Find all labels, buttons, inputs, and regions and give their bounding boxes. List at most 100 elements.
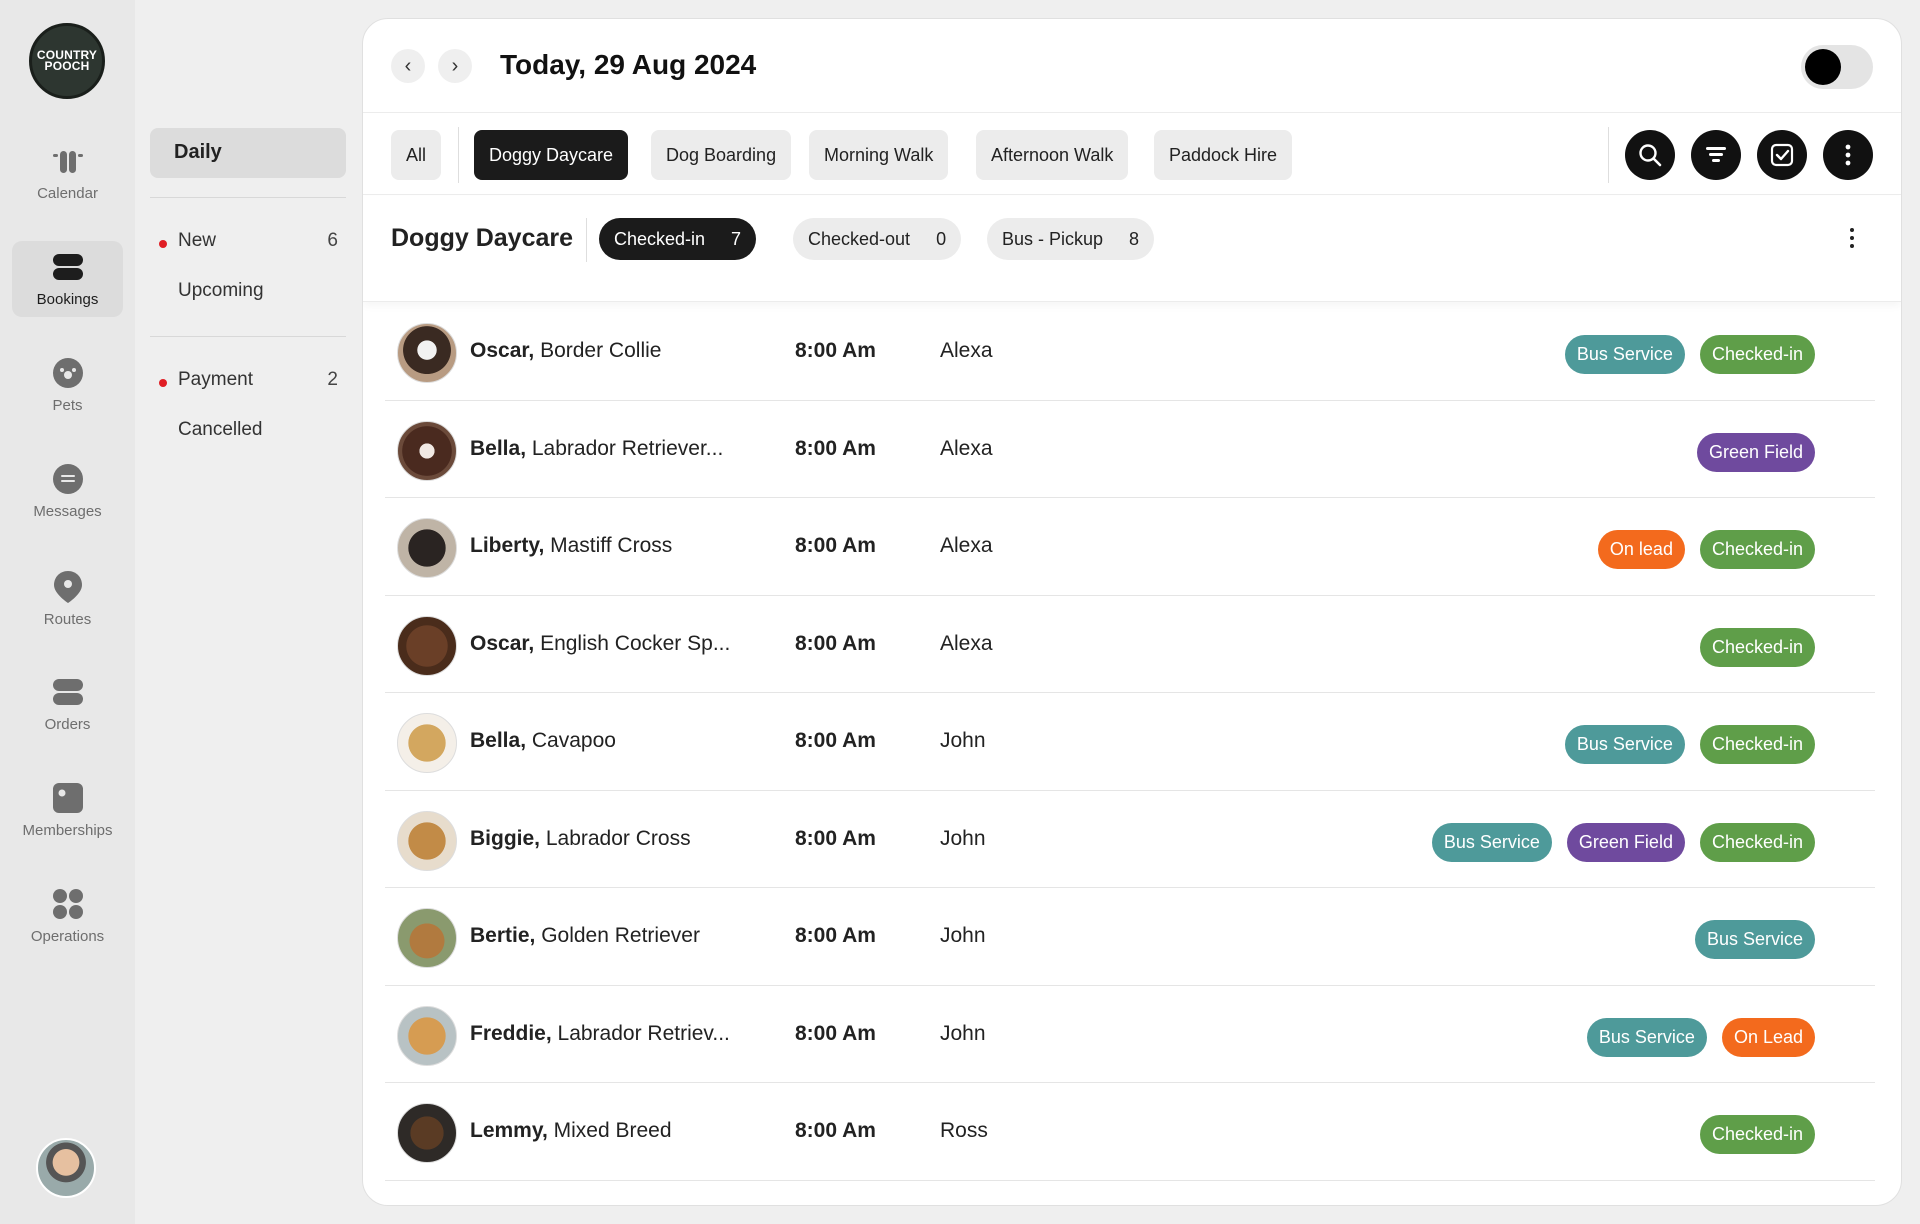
rail-item-routes[interactable]: Routes [12, 561, 123, 637]
pet-name: Biggie, [470, 826, 541, 850]
grid-icon [50, 886, 86, 922]
booking-tags: Green Field [1696, 432, 1815, 472]
page-title: Today, 29 Aug 2024 [500, 49, 757, 80]
table-row[interactable]: Oscar, English Cocker Sp... 8:00 Am Alexa C… [385, 596, 1875, 693]
booking-time: 8:00 Am [795, 826, 876, 850]
pet-name-breed: Oscar, English Cocker Sp... [470, 632, 730, 656]
status-badge: On Lead [1721, 1017, 1815, 1057]
filter-chip-checked-out[interactable]: Checked-out 0 [793, 218, 962, 260]
booking-time: 8:00 Am [795, 729, 876, 752]
status-badge: Checked-in [1699, 725, 1815, 764]
status-badge: Bus Service [1564, 335, 1685, 374]
table-row[interactable]: Oscar, Border Collie 8:00 Am Alexa Bus Serv… [385, 303, 1875, 401]
date-header: ‹ › Today, 29 Aug 2024 [363, 19, 1901, 113]
pet-breed: English Cocker Sp... [534, 631, 731, 655]
pet-breed: Labrador Cross [540, 826, 691, 850]
rail-item-messages[interactable]: Messages [12, 453, 123, 529]
orders-icon [50, 674, 86, 710]
pet-avatar [397, 810, 457, 871]
status-badge: On lead [1597, 530, 1685, 569]
user-avatar[interactable] [36, 1138, 96, 1198]
submenu-new[interactable]: New 6 [150, 217, 346, 267]
payment-count: 2 [327, 369, 338, 390]
rail-item-operations[interactable]: Operations [12, 878, 123, 954]
pet-name-breed: Liberty, Mastiff Cross [470, 534, 672, 558]
pet-avatar [397, 420, 457, 481]
pet-breed: Labrador Retriev... [551, 1021, 730, 1045]
rail-item-label: Memberships [22, 822, 113, 839]
status-badge: Checked-in [1699, 335, 1815, 374]
new-count: 6 [327, 230, 338, 251]
status-badge: Bus Service [1586, 1017, 1707, 1057]
pet-avatar [397, 615, 457, 676]
table-row[interactable]: Bella, Labrador Retriever... 8:00 Am Alexa… [385, 401, 1875, 498]
table-row[interactable]: Bertie, Golden Retriever 8:00 Am John Bus S… [385, 888, 1875, 986]
booking-time: 8:00 Am [795, 924, 876, 947]
location-pin-icon [50, 569, 86, 605]
pet-avatar [397, 713, 457, 773]
rail-item-pets[interactable]: Pets [12, 347, 123, 423]
chip-count: 0 [936, 229, 947, 249]
booking-time: 8:00 Am [795, 1021, 876, 1045]
rail-item-orders[interactable]: Orders [12, 666, 123, 742]
notification-dot [159, 379, 167, 387]
table-row[interactable]: Lemmy, Mixed Breed 8:00 Am Ross Checked-in [385, 1083, 1875, 1181]
booking-tags: Bus Service Green Field Checked-in [1431, 822, 1815, 862]
rail-item-bookings[interactable]: Bookings [12, 241, 123, 317]
submenu-daily[interactable]: Daily [150, 128, 346, 178]
status-badge: Checked-in [1699, 1115, 1815, 1154]
pet-breed: Border Collie [534, 339, 662, 362]
next-day-button[interactable]: › [438, 49, 472, 83]
kebab-menu-icon[interactable] [1849, 226, 1855, 250]
pet-avatar [397, 1005, 457, 1066]
booking-time: 8:00 Am [795, 631, 876, 655]
main-panel: ‹ › Today, 29 Aug 2024 All Doggy Daycare D… [362, 18, 1902, 1206]
booking-tags: Bus Service [1694, 920, 1815, 959]
prev-day-button[interactable]: ‹ [391, 49, 425, 83]
filter-chip-bus-pickup[interactable]: Bus - Pickup 8 [987, 218, 1155, 260]
booking-list: Oscar, Border Collie 8:00 Am Alexa Bus Serv… [385, 303, 1875, 1181]
booking-tags: On lead Checked-in [1597, 530, 1815, 569]
chip-label: Checked-in [614, 229, 706, 249]
booking-tags: Checked-in [1699, 627, 1815, 667]
pet-avatar [397, 518, 457, 578]
rail-item-label: Pets [52, 397, 83, 414]
rail-item-label: Calendar [37, 185, 98, 202]
pet-breed: Mixed Breed [547, 1119, 672, 1142]
rail-item-label: Operations [30, 928, 105, 945]
pet-name: Freddie, [470, 1021, 552, 1045]
pet-breed: Golden Retriever [535, 924, 700, 947]
submenu-payment[interactable]: Payment 2 [150, 356, 346, 406]
bookings-icon [50, 249, 86, 285]
pet-name: Bertie, [470, 924, 536, 947]
submenu-cancelled[interactable]: Cancelled [150, 406, 346, 456]
table-row[interactable]: Liberty, Mastiff Cross 8:00 Am Alexa On lea… [385, 498, 1875, 596]
dark-mode-toggle[interactable] [1801, 45, 1873, 89]
status-badge: Green Field [1566, 822, 1685, 862]
bookings-submenu: Daily New 6 Upcoming Payment 2 Cancelled [150, 128, 346, 456]
rail-item-label: Orders [44, 716, 91, 733]
booking-time: 8:00 Am [795, 534, 876, 557]
pet-avatar [397, 908, 457, 968]
pet-name-breed: Bella, Cavapoo [470, 729, 616, 753]
rail-item-calendar[interactable]: Calendar [12, 135, 123, 211]
pet-name-breed: Lemmy, Mixed Breed [470, 1119, 672, 1143]
table-row[interactable]: Bella, Cavapoo 8:00 Am John Bus Service Chec… [385, 693, 1875, 791]
section-title: Doggy Daycare [391, 224, 574, 252]
company-logo[interactable]: COUNTRY POOCH [29, 23, 105, 99]
booking-time: 8:00 Am [795, 1119, 876, 1142]
assigned-staff: Ross [940, 1119, 988, 1142]
chevron-right-icon: › [451, 55, 459, 77]
rail-item-memberships[interactable]: Memberships [12, 772, 123, 848]
pet-name-breed: Bella, Labrador Retriever... [470, 437, 723, 461]
filter-chip-checked-in[interactable]: Checked-in 7 [599, 218, 757, 260]
pet-name: Bella, [470, 729, 527, 752]
chip-count: 8 [1129, 229, 1140, 249]
divider [150, 336, 346, 337]
table-row[interactable]: Freddie, Labrador Retriev... 8:00 Am John B… [385, 986, 1875, 1083]
calendar-icon [50, 143, 86, 179]
submenu-upcoming[interactable]: Upcoming [150, 267, 346, 317]
table-row[interactable]: Biggie, Labrador Cross 8:00 Am John Bus Ser… [385, 791, 1875, 888]
divider [586, 218, 587, 262]
status-badge: Checked-in [1699, 627, 1815, 667]
